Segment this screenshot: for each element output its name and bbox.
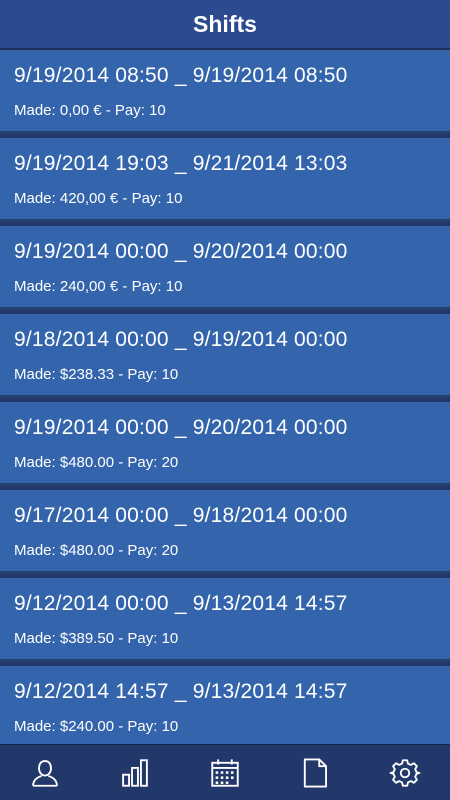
shift-summary: Made: 0,00 € - Pay: 10 bbox=[14, 102, 166, 119]
nav-reports-button[interactable] bbox=[285, 745, 345, 800]
nav-stats-button[interactable] bbox=[105, 745, 165, 800]
page-title: Shifts bbox=[193, 10, 257, 37]
shift-summary: Made: 420,00 € - Pay: 10 bbox=[14, 190, 183, 207]
bar-chart-icon bbox=[122, 758, 148, 787]
shift-date-range: 9/18/2014 00:00 _ 9/19/2014 00:00 bbox=[14, 328, 348, 351]
shift-date-range: 9/12/2014 00:00 _ 9/13/2014 14:57 bbox=[14, 592, 348, 615]
shift-summary: Made: 240,00 € - Pay: 10 bbox=[14, 278, 183, 295]
shift-row[interactable]: 9/12/2014 00:00 _ 9/13/2014 14:57 Made: … bbox=[0, 578, 450, 662]
shift-row[interactable]: 9/18/2014 00:00 _ 9/19/2014 00:00 Made: … bbox=[0, 314, 450, 398]
nav-settings-button[interactable] bbox=[375, 745, 435, 800]
header-bar: Shifts bbox=[0, 0, 450, 50]
shift-date-range: 9/19/2014 19:03 _ 9/21/2014 13:03 bbox=[14, 152, 348, 175]
shift-summary: Made: $480.00 - Pay: 20 bbox=[14, 542, 179, 559]
shift-summary: Made: $238.33 - Pay: 10 bbox=[14, 366, 179, 383]
nav-profile-button[interactable] bbox=[15, 745, 75, 800]
shift-row[interactable]: 9/19/2014 19:03 _ 9/21/2014 13:03 Made: … bbox=[0, 138, 450, 222]
shift-row[interactable]: 9/19/2014 08:50 _ 9/19/2014 08:50 Made: … bbox=[0, 50, 450, 134]
shift-date-range: 9/19/2014 00:00 _ 9/20/2014 00:00 bbox=[14, 416, 348, 439]
shift-date-range: 9/17/2014 00:00 _ 9/18/2014 00:00 bbox=[14, 504, 348, 527]
user-icon bbox=[32, 759, 58, 787]
shift-summary: Made: $389.50 - Pay: 10 bbox=[14, 630, 179, 647]
shift-row[interactable]: 9/19/2014 00:00 _ 9/20/2014 00:00 Made: … bbox=[0, 226, 450, 310]
shift-row[interactable]: 9/19/2014 00:00 _ 9/20/2014 00:00 Made: … bbox=[0, 402, 450, 486]
shift-summary: Made: $240.00 - Pay: 10 bbox=[14, 718, 179, 735]
shift-row[interactable]: 9/17/2014 00:00 _ 9/18/2014 00:00 Made: … bbox=[0, 490, 450, 574]
nav-calendar-button[interactable] bbox=[195, 745, 255, 800]
app-root: Shifts 9/19/2014 08:50 _ 9/19/2014 08:50… bbox=[0, 0, 450, 800]
shift-date-range: 9/19/2014 08:50 _ 9/19/2014 08:50 bbox=[14, 64, 348, 87]
shift-row[interactable]: 9/12/2014 14:57 _ 9/13/2014 14:57 Made: … bbox=[0, 666, 450, 744]
document-icon bbox=[303, 757, 327, 788]
gear-icon bbox=[389, 758, 421, 787]
shift-list[interactable]: 9/19/2014 08:50 _ 9/19/2014 08:50 Made: … bbox=[0, 50, 450, 744]
bottom-navigation bbox=[0, 744, 450, 800]
shift-summary: Made: $480.00 - Pay: 20 bbox=[14, 454, 179, 471]
shift-date-range: 9/19/2014 00:00 _ 9/20/2014 00:00 bbox=[14, 240, 348, 263]
shift-date-range: 9/12/2014 14:57 _ 9/13/2014 14:57 bbox=[14, 680, 348, 703]
calendar-icon bbox=[211, 758, 239, 787]
